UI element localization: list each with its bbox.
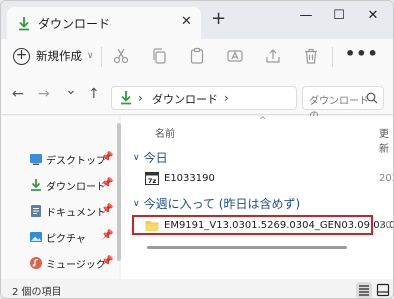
toolbar-divider: [332, 47, 333, 67]
search-icon: [366, 92, 378, 104]
item-count: 2 個の項目: [12, 287, 62, 298]
tab-close-icon[interactable]: ✕: [181, 14, 192, 29]
download-icon: [19, 17, 29, 31]
paste-icon[interactable]: [188, 47, 206, 65]
selection-highlight: [132, 215, 373, 235]
file-name: E1033190: [164, 173, 215, 184]
command-bar: + 新規作成 ∨ •••: [1, 39, 393, 73]
navigation-bar: ← → ⌄ ↑ › ダウンロード › ダウンロードの...: [1, 73, 393, 122]
chevron-down-icon: ∨: [87, 51, 94, 61]
copy-icon[interactable]: [150, 47, 168, 65]
breadcrumb-separator[interactable]: ›: [138, 91, 143, 105]
sidebar-item-desktop[interactable]: デスクトップ 📌: [25, 150, 117, 170]
tiles-view-icon[interactable]: [375, 282, 391, 298]
more-options-button[interactable]: •••: [345, 44, 379, 63]
pin-icon[interactable]: 📌: [101, 204, 113, 215]
tab-downloads[interactable]: ダウンロード ✕: [7, 7, 201, 39]
rename-icon[interactable]: [226, 47, 244, 65]
download-icon: [31, 179, 41, 191]
title-bar: ダウンロード ✕ + — ☐ ✕: [1, 1, 393, 39]
group-label: 今日: [143, 151, 168, 165]
pin-icon[interactable]: 📌: [101, 178, 113, 189]
file-date: 202: [379, 173, 393, 184]
chevron-down-icon: ∨: [133, 153, 140, 163]
pin-icon[interactable]: 📌: [101, 152, 113, 163]
details-view-icon[interactable]: [356, 282, 372, 298]
tab-title: ダウンロード: [38, 17, 111, 31]
sort-ascending-icon: ^: [259, 116, 267, 126]
minimize-button[interactable]: —: [291, 7, 321, 29]
share-icon[interactable]: [264, 47, 282, 65]
up-arrow-icon[interactable]: ↑: [88, 86, 100, 102]
maximize-button[interactable]: ☐: [324, 7, 354, 29]
horizontal-scrollbar[interactable]: [147, 246, 347, 249]
navigation-pane: デスクトップ 📌 ダウンロード 📌 ドキュメント 📌 ピクチャ 📌 ミュージック…: [1, 116, 119, 279]
sidebar-item-label: デスクトップ: [46, 156, 106, 167]
sidebar-item-label: ピクチャ: [46, 234, 86, 245]
pin-icon[interactable]: 📌: [101, 230, 113, 241]
search-box[interactable]: ダウンロードの...: [302, 86, 384, 122]
column-header-date[interactable]: 更新: [379, 125, 393, 155]
cut-icon[interactable]: [112, 47, 130, 65]
new-button[interactable]: + 新規作成 ∨: [13, 45, 94, 67]
breadcrumb-chevron-icon[interactable]: ›: [224, 91, 229, 105]
sidebar-item-pictures[interactable]: ピクチャ 📌: [25, 228, 117, 248]
recent-locations-icon[interactable]: ⌄: [65, 82, 77, 98]
new-tab-button[interactable]: +: [211, 10, 226, 28]
forward-arrow-icon[interactable]: →: [38, 86, 50, 102]
exe-file-icon: 7z: [145, 172, 159, 185]
music-icon: [30, 257, 42, 269]
document-icon: [31, 205, 41, 217]
toolbar-divider: [101, 47, 102, 67]
chevron-down-icon: ∨: [133, 199, 140, 209]
sidebar-item-documents[interactable]: ドキュメント 📌: [25, 202, 117, 222]
plus-circle-icon: +: [13, 47, 30, 65]
sidebar-item-music[interactable]: ミュージック 📌: [25, 254, 117, 274]
address-bar[interactable]: › ダウンロード ›: [111, 86, 297, 110]
new-button-label: 新規作成: [36, 49, 82, 63]
file-list: ^ 名前 更新 ∨今日 7z E1033190 202 ∨今週に入って (昨日は…: [121, 116, 393, 279]
group-header-today[interactable]: ∨ 今日: [133, 149, 168, 166]
file-date: 202: [379, 220, 393, 231]
sidebar-item-downloads[interactable]: ダウンロード 📌: [25, 176, 117, 196]
svg-text:7z: 7z: [148, 177, 157, 185]
status-bar: 2 個の項目: [1, 279, 393, 298]
desktop-icon: [30, 154, 42, 165]
pictures-icon: [30, 232, 42, 242]
sidebar-item-label: ダウンロード: [46, 182, 106, 193]
back-arrow-icon[interactable]: ←: [12, 86, 24, 102]
group-header-this-week[interactable]: ∨ 今週に入って (昨日は含めず): [133, 195, 300, 212]
delete-icon[interactable]: [302, 47, 320, 65]
group-label: 今週に入って (昨日は含めず): [143, 197, 301, 211]
sidebar-item-label: ドキュメント: [46, 208, 106, 219]
file-explorer-window: ダウンロード ✕ + — ☐ ✕ + 新規作成 ∨ ••• ← → ⌄ ↑ › …: [0, 0, 394, 299]
close-button[interactable]: ✕: [358, 7, 388, 29]
pin-icon[interactable]: 📌: [101, 256, 113, 267]
breadcrumb-downloads[interactable]: ダウンロード: [152, 91, 218, 107]
column-header-name[interactable]: 名前: [155, 125, 175, 140]
download-icon: [121, 91, 131, 105]
sidebar-item-label: ミュージック: [46, 260, 106, 271]
